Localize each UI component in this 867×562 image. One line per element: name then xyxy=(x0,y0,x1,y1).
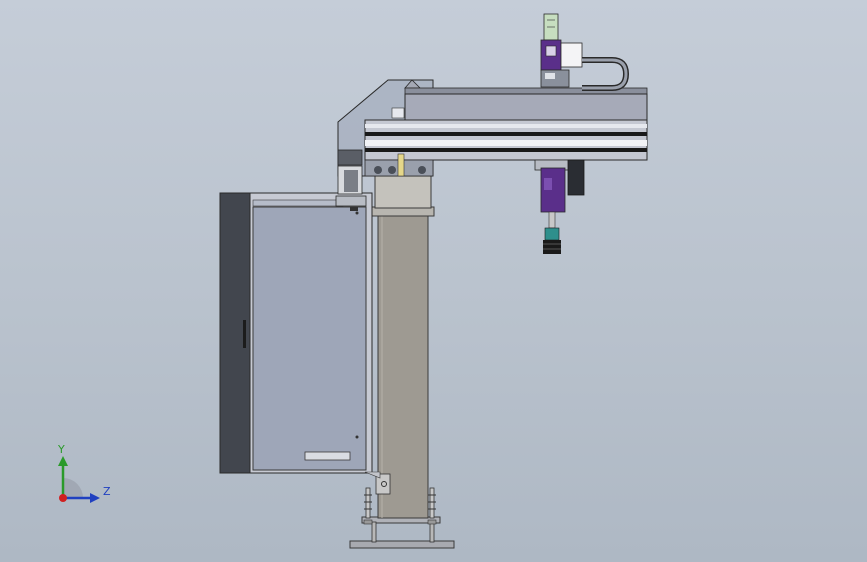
y-axis-head xyxy=(58,456,68,466)
electrical-cabinet xyxy=(219,192,381,479)
cad-viewport[interactable]: Y Z xyxy=(0,0,867,562)
gripper-assembly xyxy=(534,159,585,254)
robot-assembly-model[interactable] xyxy=(0,0,867,562)
z-axis-head xyxy=(90,493,100,503)
linear-beam xyxy=(364,79,648,177)
z-axis-label: Z xyxy=(103,485,111,498)
triad-plane xyxy=(63,478,83,498)
x-axis-origin xyxy=(59,494,67,502)
top-carriage xyxy=(540,13,630,91)
y-axis-label: Y xyxy=(58,443,65,456)
cabinet-handle xyxy=(243,320,246,348)
coordinate-triad xyxy=(58,456,100,503)
support-column xyxy=(371,175,435,519)
